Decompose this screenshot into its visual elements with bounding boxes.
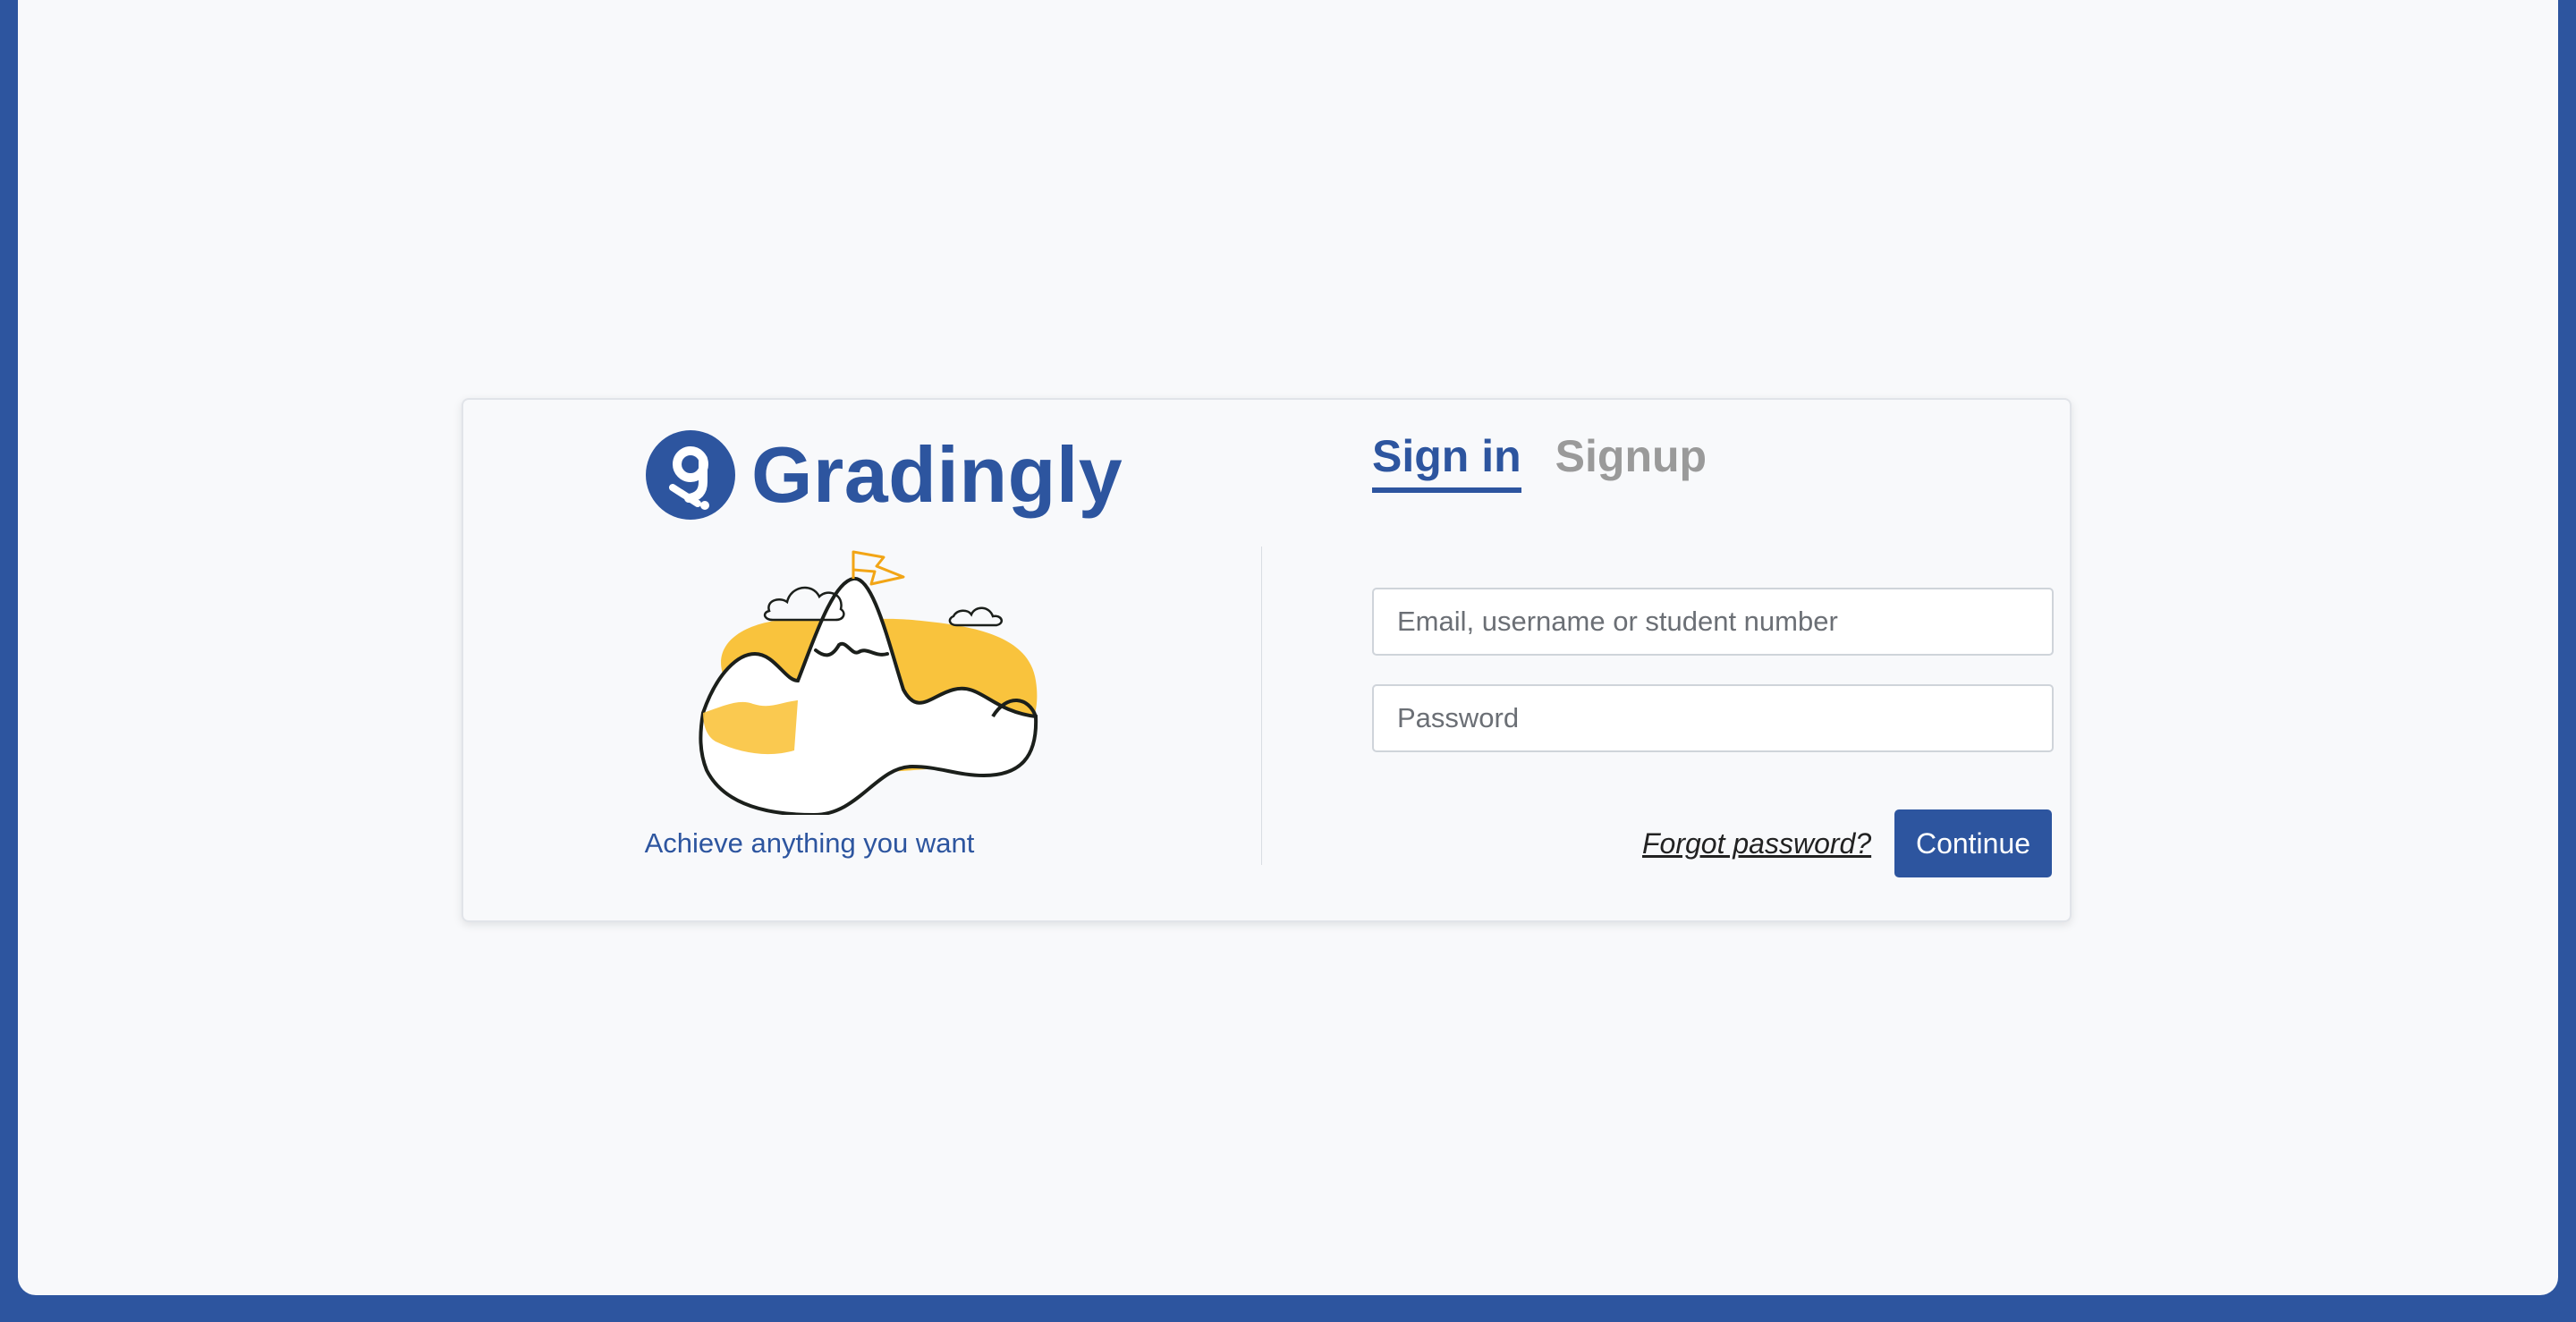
forgot-password-link[interactable]: Forgot password? <box>1642 827 1871 860</box>
login-card: Gradingly Achieve anything you want Sign… <box>462 398 2072 922</box>
gradingly-logo-icon <box>646 430 735 520</box>
tagline: Achieve anything you want <box>644 827 975 859</box>
tab-signup[interactable]: Signup <box>1555 430 1707 493</box>
panel-divider <box>1261 547 1262 865</box>
email-field[interactable] <box>1372 588 2054 656</box>
brand-logo: Gradingly <box>646 428 1123 521</box>
auth-tabs: Sign in Signup <box>1372 430 1741 493</box>
tab-sign-in[interactable]: Sign in <box>1372 430 1521 493</box>
password-field[interactable] <box>1372 684 2054 752</box>
page-background: Gradingly Achieve anything you want Sign… <box>18 0 2558 1295</box>
continue-button[interactable]: Continue <box>1894 809 2052 877</box>
brand-name: Gradingly <box>751 430 1123 519</box>
mountain-flag-illustration <box>699 550 1038 815</box>
